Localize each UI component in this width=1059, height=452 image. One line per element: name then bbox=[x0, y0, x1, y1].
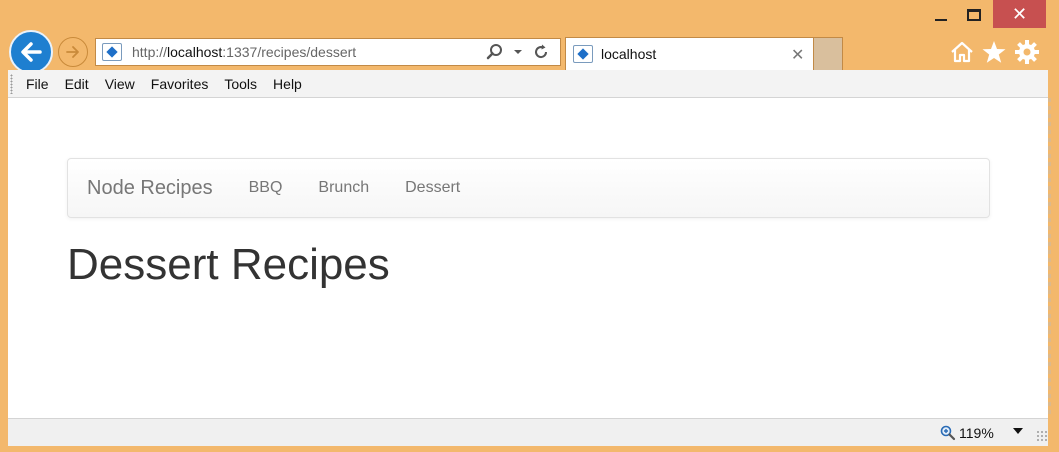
home-icon[interactable] bbox=[948, 38, 976, 66]
url-text[interactable]: http://localhost:1337/recipes/dessert bbox=[132, 44, 482, 60]
status-bar: 119% bbox=[8, 418, 1048, 446]
page-content: Node Recipes BBQ Brunch Dessert Dessert … bbox=[8, 98, 1048, 418]
menu-help[interactable]: Help bbox=[273, 76, 302, 92]
forward-arrow-icon bbox=[66, 46, 79, 58]
zoom-control[interactable]: 119% bbox=[940, 425, 994, 441]
forward-button[interactable] bbox=[58, 37, 88, 67]
minimize-icon bbox=[935, 19, 947, 21]
tab-localhost[interactable]: localhost ✕ bbox=[565, 37, 814, 70]
url-path: :1337/recipes/dessert bbox=[222, 44, 357, 60]
settings-gear-icon[interactable] bbox=[1013, 38, 1041, 66]
nav-link-bbq[interactable]: BBQ bbox=[249, 179, 283, 197]
site-favicon-icon bbox=[102, 43, 122, 61]
dropdown-icon[interactable] bbox=[508, 48, 528, 56]
maximize-icon bbox=[967, 9, 981, 21]
zoom-magnifier-icon bbox=[940, 425, 956, 441]
back-arrow-icon bbox=[21, 42, 42, 62]
close-icon: ✕ bbox=[1011, 3, 1028, 25]
menu-grip-handle[interactable] bbox=[10, 73, 13, 94]
menu-file[interactable]: File bbox=[26, 76, 49, 92]
tab-title: localhost bbox=[601, 46, 657, 62]
nav-link-dessert[interactable]: Dessert bbox=[405, 179, 460, 197]
browser-window: ✕ http://localhost:1337/recipes/dessert … bbox=[0, 0, 1059, 452]
url-scheme: http:// bbox=[132, 44, 168, 60]
new-tab-button[interactable] bbox=[814, 37, 843, 70]
navbar-brand[interactable]: Node Recipes bbox=[87, 177, 213, 200]
menu-favorites[interactable]: Favorites bbox=[151, 76, 209, 92]
menu-view[interactable]: View bbox=[105, 76, 135, 92]
zoom-level: 119% bbox=[959, 425, 994, 441]
maximize-button[interactable] bbox=[958, 0, 990, 30]
resize-grip-icon[interactable] bbox=[1036, 430, 1048, 442]
close-window-button[interactable]: ✕ bbox=[993, 0, 1046, 28]
site-navbar: Node Recipes BBQ Brunch Dessert bbox=[67, 158, 990, 218]
menu-edit[interactable]: Edit bbox=[65, 76, 89, 92]
tab-favicon-icon bbox=[573, 45, 593, 63]
search-icon[interactable] bbox=[482, 43, 508, 61]
page-title: Dessert Recipes bbox=[67, 240, 390, 289]
nav-link-brunch[interactable]: Brunch bbox=[318, 179, 369, 197]
back-button[interactable] bbox=[9, 30, 53, 74]
scrollbar[interactable] bbox=[1048, 98, 1051, 418]
minimize-button[interactable] bbox=[926, 0, 956, 30]
refresh-icon[interactable] bbox=[528, 43, 554, 61]
menu-bar: File Edit View Favorites Tools Help bbox=[8, 70, 1048, 98]
tab-close-icon[interactable]: ✕ bbox=[791, 45, 804, 64]
url-host: localhost bbox=[167, 44, 223, 60]
menu-tools[interactable]: Tools bbox=[224, 76, 257, 92]
zoom-dropdown-icon[interactable] bbox=[1013, 428, 1023, 434]
favorites-star-icon[interactable] bbox=[980, 38, 1008, 66]
address-bar[interactable]: http://localhost:1337/recipes/dessert bbox=[95, 38, 561, 66]
